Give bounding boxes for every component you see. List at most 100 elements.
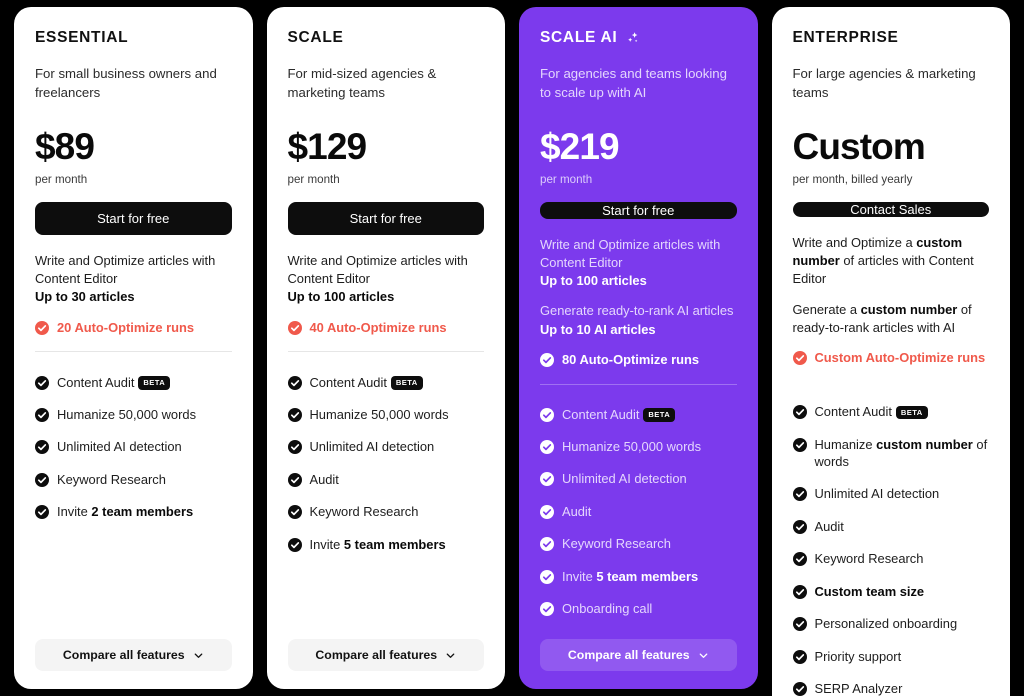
feature-list: Content Audit BETA Humanize 50,000 words Un… [540, 398, 737, 625]
plan-cta-button[interactable]: Start for free [287, 201, 484, 235]
check-circle-icon [287, 471, 302, 487]
feature-text: Unlimited AI detection [562, 471, 687, 487]
pricing-card-enterprise: ENTERPRISE For large agencies & marketing… [771, 7, 1010, 696]
plan-price: $129 [287, 125, 368, 167]
highlight-text: Write and Optimize a custom number of ar… [792, 234, 974, 287]
feature-item: Personalized onboarding [792, 608, 990, 640]
feature-text: Audit [814, 518, 844, 534]
highlight-group: Write and Optimize articles with Content… [35, 252, 232, 307]
plan-price-block: Custom per month, billed yearly [792, 127, 990, 186]
check-circle-icon [35, 374, 49, 390]
feature-text: Onboarding call [562, 601, 653, 617]
feature-text: Humanize 50,000 words [562, 438, 702, 454]
plan-name-label: ESSENTIAL [35, 29, 129, 46]
auto-optimize-label: 40 Auto-Optimize runs [309, 319, 447, 335]
highlight-limit: Up to 10 AI articles [540, 321, 656, 337]
auto-optimize-row: 80 Auto-Optimize runs [540, 351, 737, 368]
chevron-down-icon [445, 650, 456, 661]
highlight-group: Write and Optimize a custom number of ar… [793, 234, 990, 289]
feature-label: Audit [562, 503, 591, 520]
feature-label: Humanize 50,000 words [310, 406, 449, 423]
check-circle-icon [540, 600, 554, 617]
feature-label: Content Audit BETA [57, 374, 171, 391]
feature-text: Invite [57, 504, 92, 520]
check-circle-icon [540, 503, 554, 519]
plan-price: $219 [540, 125, 620, 167]
feature-item: Content Audit BETA [287, 366, 485, 398]
chevron-down-icon [698, 650, 709, 661]
plan-description: For small business owners and freelancer… [35, 65, 217, 100]
check-circle-icon [287, 319, 302, 335]
feature-text: Content Audit [814, 404, 892, 420]
plan-price-period: per month [35, 172, 88, 186]
feature-label: Keyword Research [310, 503, 419, 520]
feature-item: Priority support [792, 640, 990, 672]
highlight-text: Generate ready-to-rank AI articles [540, 303, 734, 319]
chevron-down-icon [193, 650, 204, 661]
beta-badge: BETA [895, 405, 928, 420]
feature-label: Content Audit BETA [562, 406, 676, 423]
plan-price-block: $129 per month [287, 125, 485, 186]
compare-all-features-button[interactable]: Compare all features [540, 639, 737, 671]
check-circle-icon [540, 470, 554, 487]
check-circle-icon [792, 518, 807, 534]
feature-label: Audit [310, 471, 339, 488]
feature-item: Humanize 50,000 words [35, 399, 232, 431]
section-divider [35, 351, 232, 353]
feature-label: SERP Analyzer [815, 680, 903, 696]
check-circle-icon [792, 615, 807, 632]
feature-item: Keyword Research [287, 496, 485, 528]
check-circle-icon [540, 535, 554, 552]
feature-item: Audit [287, 463, 485, 495]
plan-name-label: SCALE AI [540, 29, 618, 46]
feature-item: Audit [792, 510, 990, 542]
beta-badge: BETA [643, 408, 676, 422]
plan-price-period: per month, billed yearly [792, 172, 913, 186]
auto-optimize-label: 20 Auto-Optimize runs [57, 319, 195, 335]
pricing-plans-grid: ESSENTIAL For small business owners and f… [0, 0, 1024, 696]
compare-all-features-button[interactable]: Compare all features [35, 639, 232, 671]
feature-item: Humanize custom number of words [792, 428, 990, 478]
section-divider [287, 351, 484, 353]
check-circle-icon [287, 438, 302, 455]
feature-label: Unlimited AI detection [562, 470, 687, 487]
check-circle-icon [287, 503, 302, 520]
check-circle-icon [35, 319, 49, 335]
feature-text: Unlimited AI detection [814, 486, 940, 502]
check-circle-icon [35, 406, 49, 422]
highlight-text: Write and Optimize articles with Content… [35, 252, 216, 287]
auto-optimize-row: Custom Auto-Optimize runs [792, 349, 990, 366]
beta-badge: BETA [390, 376, 423, 390]
feature-text: Keyword Research [309, 504, 419, 520]
plan-cta-button[interactable]: Contact Sales [792, 201, 989, 217]
feature-text: Content Audit [309, 374, 387, 390]
highlight-group: Generate a custom number of ready-to-ran… [793, 301, 990, 338]
plan-cta-button[interactable]: Start for free [35, 201, 232, 235]
feature-item: Unlimited AI detection [792, 478, 990, 510]
highlight-limit: Up to 30 articles [35, 289, 135, 305]
feature-list: Content Audit BETA Humanize 50,000 words Un… [287, 366, 485, 561]
feature-label: Content Audit BETA [310, 374, 423, 391]
pricing-card-scale-ai: SCALE AI For agencies and teams looking t… [519, 7, 758, 689]
feature-text: Personalized onboarding [814, 616, 958, 632]
check-circle-icon [287, 536, 302, 552]
feature-text: Keyword Research [562, 536, 671, 552]
auto-optimize-row: 20 Auto-Optimize runs [35, 319, 232, 336]
feature-label: Keyword Research [562, 535, 671, 552]
feature-label: Unlimited AI detection [310, 438, 435, 455]
feature-text: Audit [562, 503, 592, 519]
feature-label: Priority support [815, 648, 902, 665]
feature-text: SERP Analyzer [814, 681, 903, 696]
plan-cta-button[interactable]: Start for free [540, 201, 737, 219]
plan-name: ENTERPRISE [793, 29, 990, 48]
feature-text: Keyword Research [57, 471, 166, 487]
feature-label: Humanize 50,000 words [562, 438, 701, 455]
highlight-text: Write and Optimize articles with Content… [540, 236, 721, 270]
feature-text: Audit [309, 471, 339, 487]
highlight-group: Write and Optimize articles with Content… [540, 236, 737, 291]
highlight-group: Write and Optimize articles with Content… [288, 252, 485, 307]
feature-item: Invite 5 team members [287, 528, 485, 560]
compare-all-features-button[interactable]: Compare all features [287, 639, 484, 671]
auto-optimize-label: Custom Auto-Optimize runs [814, 350, 986, 366]
feature-label: Unlimited AI detection [815, 485, 940, 502]
